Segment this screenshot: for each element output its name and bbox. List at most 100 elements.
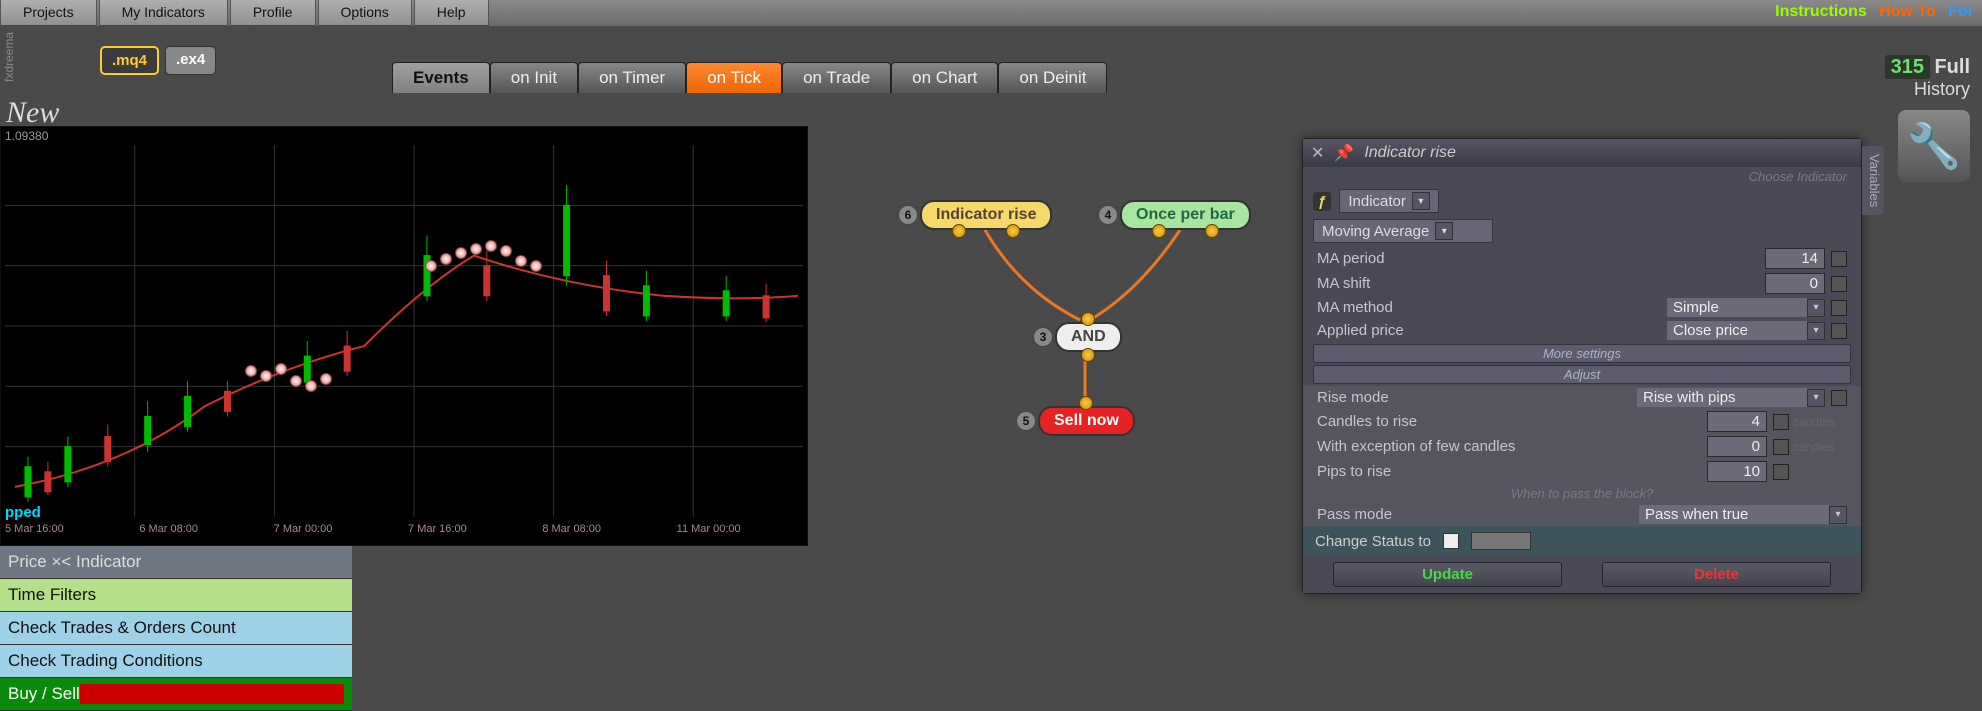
rise-mode-dropdown[interactable]: Rise with pips — [1637, 388, 1807, 407]
chart-x-tick: 7 Mar 16:00 — [404, 523, 538, 545]
candles-to-rise-value[interactable]: 4 — [1707, 411, 1767, 432]
indicator-type-label: Indicator — [1348, 193, 1406, 210]
link-history[interactable]: History — [1914, 79, 1970, 99]
menu-options[interactable]: Options — [318, 0, 412, 26]
category-trades-orders[interactable]: Check Trades & Orders Count — [0, 612, 352, 645]
menu-help[interactable]: Help — [414, 0, 489, 26]
node-label: Once per bar — [1136, 206, 1235, 224]
param-applied-price-check[interactable] — [1831, 323, 1847, 339]
mode-full[interactable]: Full — [1934, 56, 1970, 78]
param-ma-method-label: MA method — [1317, 299, 1667, 316]
menu-profile[interactable]: Profile — [230, 0, 316, 26]
chevron-down-icon[interactable]: ▾ — [1807, 389, 1825, 407]
node-once-per-bar[interactable]: 4 Once per bar — [1120, 200, 1251, 230]
node-label: Sell now — [1054, 412, 1119, 430]
param-ma-method-dropdown[interactable]: Simple — [1667, 298, 1807, 317]
pass-mode-dropdown[interactable]: Pass when true — [1639, 505, 1829, 524]
variables-tab[interactable]: Variables — [1862, 146, 1884, 215]
category-time-filters[interactable]: Time Filters — [0, 579, 352, 612]
category-buy-sell[interactable]: Buy / Sell — [0, 678, 352, 711]
pips-to-rise-label: Pips to rise — [1317, 463, 1707, 480]
tab-on-tick[interactable]: on Tick — [686, 62, 782, 93]
price-chart[interactable]: 1.09380 — [0, 126, 808, 546]
close-icon[interactable]: ✕ — [1311, 143, 1324, 163]
rise-mode-check[interactable] — [1831, 390, 1847, 406]
exception-value[interactable]: 0 — [1707, 436, 1767, 457]
tab-on-deinit[interactable]: on Deinit — [998, 62, 1107, 93]
chart-x-axis: 5 Mar 16:00 6 Mar 08:00 7 Mar 00:00 7 Ma… — [1, 523, 807, 545]
top-links: Instructions How To For — [1767, 3, 1974, 21]
tab-on-init[interactable]: on Init — [490, 62, 578, 93]
export-ex4-button[interactable]: .ex4 — [165, 46, 216, 75]
indicator-name-dropdown[interactable]: Moving Average ▾ — [1313, 219, 1493, 243]
node-label: Indicator rise — [936, 206, 1036, 224]
node-number: 5 — [1016, 411, 1036, 431]
chart-status-text: pped — [5, 504, 41, 521]
change-status-value[interactable] — [1471, 532, 1531, 550]
pips-to-rise-value[interactable]: 10 — [1707, 461, 1767, 482]
delete-button[interactable]: Delete — [1602, 562, 1831, 587]
param-ma-period-label: MA period — [1317, 250, 1765, 267]
chart-x-tick: 5 Mar 16:00 — [1, 523, 135, 545]
pips-to-rise-check[interactable] — [1773, 464, 1789, 480]
export-mq4-button[interactable]: .mq4 — [100, 46, 159, 75]
event-tabs: Events on Init on Timer on Tick on Trade… — [392, 62, 1107, 93]
tab-on-chart[interactable]: on Chart — [891, 62, 998, 93]
param-ma-period-check[interactable] — [1831, 251, 1847, 267]
rise-mode-value: Rise with pips — [1643, 389, 1736, 406]
param-ma-period-value[interactable]: 14 — [1765, 248, 1825, 269]
indicator-type-dropdown[interactable]: Indicator ▾ — [1339, 189, 1439, 213]
indicator-name-value: Moving Average — [1322, 223, 1429, 240]
candles-to-rise-check[interactable] — [1773, 414, 1789, 430]
tab-on-timer[interactable]: on Timer — [578, 62, 686, 93]
tab-on-trade[interactable]: on Trade — [782, 62, 891, 93]
link-howto[interactable]: How To — [1879, 3, 1936, 20]
settings-icon[interactable]: 🔧 — [1898, 110, 1970, 182]
node-number: 6 — [898, 205, 918, 225]
node-sell-now[interactable]: 5 Sell now — [1038, 406, 1135, 436]
category-trading-conditions[interactable]: Check Trading Conditions — [0, 645, 352, 678]
panel-title: Indicator rise — [1364, 144, 1456, 162]
chevron-down-icon[interactable]: ▾ — [1829, 506, 1847, 524]
node-indicator-rise[interactable]: 6 Indicator rise — [920, 200, 1052, 230]
exception-check[interactable] — [1773, 439, 1789, 455]
new-label: New — [6, 96, 59, 130]
tab-events[interactable]: Events — [392, 62, 490, 93]
param-applied-price-label: Applied price — [1317, 322, 1667, 339]
more-settings-button[interactable]: More settings — [1313, 344, 1851, 363]
param-ma-shift-check[interactable] — [1831, 276, 1847, 292]
param-ma-method-check[interactable] — [1831, 300, 1847, 316]
param-ma-shift-value[interactable]: 0 — [1765, 273, 1825, 294]
menu-projects[interactable]: Projects — [0, 0, 97, 26]
menu-my-indicators[interactable]: My Indicators — [99, 0, 228, 26]
chart-x-tick: 8 Mar 08:00 — [538, 523, 672, 545]
link-instructions[interactable]: Instructions — [1775, 3, 1867, 20]
chart-y-tick: 1.09380 — [5, 129, 48, 143]
panel-header[interactable]: ✕ 📌 Indicator rise — [1303, 139, 1861, 167]
rise-mode-label: Rise mode — [1317, 389, 1637, 406]
update-button[interactable]: Update — [1333, 562, 1562, 587]
change-status-checkbox[interactable] — [1443, 533, 1459, 549]
chevron-down-icon[interactable]: ▾ — [1807, 299, 1825, 317]
node-label: AND — [1071, 328, 1106, 346]
properties-panel[interactable]: ✕ 📌 Indicator rise Choose Indicator ƒ In… — [1302, 138, 1862, 594]
main-menu: Projects My Indicators Profile Options H… — [0, 0, 1982, 26]
chart-x-tick: 7 Mar 00:00 — [270, 523, 404, 545]
chevron-down-icon[interactable]: ▾ — [1807, 322, 1825, 340]
pass-mode-value: Pass when true — [1645, 506, 1748, 523]
category-sell-half — [80, 684, 344, 704]
category-price-indicator[interactable]: Price ×< Indicator — [0, 546, 352, 579]
when-pass-label: When to pass the block? — [1303, 484, 1861, 503]
node-and[interactable]: 3 AND — [1055, 322, 1122, 352]
link-for[interactable]: For — [1948, 3, 1974, 20]
pin-icon[interactable]: 📌 — [1334, 143, 1354, 163]
pass-mode-label: Pass mode — [1317, 506, 1639, 523]
node-number: 3 — [1033, 327, 1053, 347]
exception-label: With exception of few candles — [1317, 438, 1707, 455]
param-ma-method-value: Simple — [1673, 299, 1719, 316]
chart-candles — [5, 145, 803, 517]
adjust-button[interactable]: Adjust — [1313, 365, 1851, 384]
candles-unit: candles — [1793, 440, 1847, 454]
param-applied-price-dropdown[interactable]: Close price — [1667, 321, 1807, 340]
chevron-down-icon: ▾ — [1412, 192, 1430, 210]
